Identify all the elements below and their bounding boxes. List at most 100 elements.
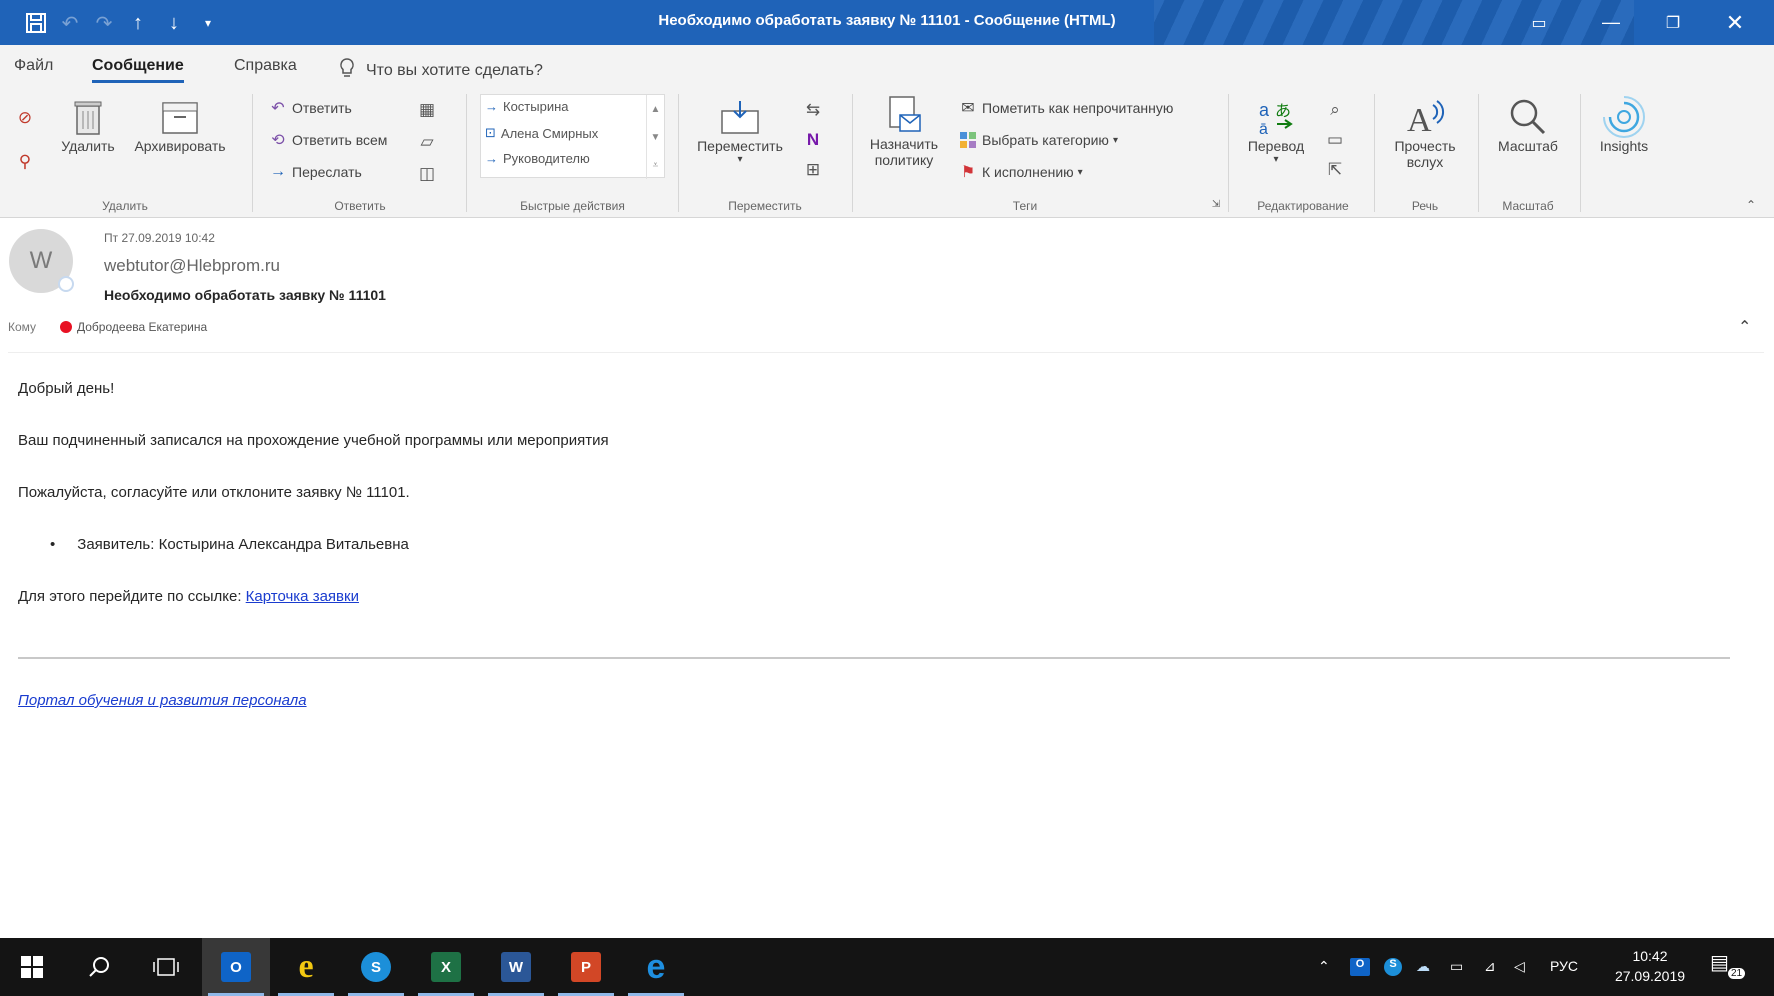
ribbon-tabs: Файл Сообщение Справка Что вы хотите сде…	[0, 45, 1774, 88]
body-line: Пожалуйста, согласуйте или отклоните зая…	[18, 484, 410, 501]
show-hidden-icons-icon[interactable]: ⌃	[1318, 958, 1330, 975]
internet-explorer-icon: e	[298, 948, 314, 985]
dialog-launcher-icon[interactable]: ⇲	[1208, 196, 1224, 212]
message-header: W Пт 27.09.2019 10:42 webtutor@Hlebprom.…	[0, 219, 1774, 354]
volume-icon[interactable]: ◁	[1514, 958, 1525, 975]
reply-all-button[interactable]: ⟲ Ответить всем	[268, 130, 387, 150]
tab-help[interactable]: Справка	[234, 57, 297, 75]
edge-icon: e	[646, 947, 666, 986]
policy-icon	[883, 94, 925, 136]
forward-icon: →	[270, 163, 286, 180]
archive-icon	[159, 96, 201, 138]
skype-taskbar-button[interactable]: S	[342, 938, 410, 996]
forward-button[interactable]: → Переслать	[268, 162, 362, 182]
presence-busy-icon	[60, 321, 72, 333]
powerpoint-taskbar-button[interactable]: P	[552, 938, 620, 996]
archive-button[interactable]: Архивировать	[124, 96, 236, 154]
body-divider	[18, 657, 1730, 659]
outlook-tray-icon[interactable]: O	[1350, 958, 1370, 976]
related-icon[interactable]: ▭	[1322, 128, 1348, 152]
minimize-icon[interactable]: —	[1580, 0, 1642, 45]
ribbon-separator	[252, 94, 253, 212]
notifications-icon: ▤	[1710, 952, 1729, 974]
start-button[interactable]	[0, 938, 64, 996]
move-button[interactable]: Переместить ▾	[690, 96, 790, 165]
ribbon-separator	[1228, 94, 1229, 212]
follow-up-button[interactable]: ⚑ К исполнению ▾	[958, 162, 1083, 182]
move-folder-icon	[719, 96, 761, 138]
word-taskbar-button[interactable]: W	[482, 938, 550, 996]
skype-tray-icon[interactable]: S	[1384, 958, 1402, 976]
junk-icon[interactable]: ⚲	[12, 150, 38, 174]
portal-link[interactable]: Портал обучения и развития персонала	[18, 692, 307, 709]
translate-button[interactable]: aあā Перевод ▾	[1238, 96, 1314, 165]
categorize-button[interactable]: Выбрать категорию ▾	[958, 130, 1118, 150]
expand-gallery-icon[interactable]: ⩡	[646, 151, 664, 179]
excel-taskbar-button[interactable]: X	[412, 938, 480, 996]
mark-unread-button[interactable]: ✉ Пометить как непрочитанную	[958, 98, 1173, 118]
tab-file[interactable]: Файл	[14, 57, 53, 75]
ie-taskbar-button[interactable]: e	[272, 938, 340, 996]
zoom-group-label: Масштаб	[1502, 199, 1554, 213]
tab-message[interactable]: Сообщение	[92, 57, 184, 83]
ribbon-separator	[1374, 94, 1375, 212]
edge-taskbar-button[interactable]: e	[622, 938, 690, 996]
windows-icon	[21, 956, 43, 978]
insights-icon	[1603, 96, 1645, 138]
ribbon: ⊘ ⚲ Удалить Архивировать Удалить ↶ Ответ…	[0, 88, 1774, 218]
sender-address[interactable]: webtutor@Hlebprom.ru	[104, 256, 280, 276]
quick-step-item[interactable]: → Руководителю	[485, 151, 590, 166]
speech-group-label: Речь	[1411, 199, 1439, 213]
recipient[interactable]: Добродеева Екатерина	[60, 320, 207, 334]
clock-time: 10:42	[1632, 948, 1668, 964]
read-aloud-button[interactable]: A Прочесть вслух	[1382, 96, 1468, 170]
find-icon[interactable]: ⌕	[1322, 98, 1348, 122]
onenote-icon[interactable]: N	[800, 128, 826, 152]
scroll-down-icon[interactable]: ▼	[646, 123, 664, 151]
clock[interactable]: 10:42 27.09.2019	[1606, 946, 1694, 986]
network-icon[interactable]: ⊿	[1484, 958, 1496, 975]
actions-icon[interactable]: ⊞	[800, 158, 826, 182]
collapse-ribbon-icon[interactable]: ⌃	[1742, 196, 1760, 214]
zoom-button[interactable]: Масштаб	[1486, 96, 1570, 154]
action-center-button[interactable]: ▤ 21	[1710, 950, 1750, 984]
meeting-reply-icon[interactable]: ▦	[414, 98, 440, 122]
delete-button[interactable]: Удалить	[58, 96, 118, 154]
outlook-taskbar-button[interactable]: O	[202, 938, 270, 996]
battery-icon[interactable]: ▭	[1450, 958, 1463, 975]
restore-icon[interactable]: ❐	[1642, 0, 1704, 45]
reply-icon: ↶	[271, 100, 285, 117]
im-reply-icon[interactable]: ▱	[414, 130, 440, 154]
clock-date: 27.09.2019	[1614, 968, 1686, 984]
rules-icon[interactable]: ⇆	[800, 98, 826, 122]
bullet-icon: •	[50, 536, 56, 553]
request-card-link[interactable]: Карточка заявки	[246, 588, 359, 605]
close-icon[interactable]: ✕	[1704, 0, 1766, 45]
task-view-button[interactable]	[132, 938, 200, 996]
quick-steps-group-label: Быстрые действия	[520, 199, 625, 213]
assign-policy-button[interactable]: Назначить политику	[862, 94, 946, 168]
reply-button[interactable]: ↶ Ответить	[268, 98, 352, 118]
tell-me-placeholder: Что вы хотите сделать?	[366, 61, 543, 79]
more-respond-icon[interactable]: ◫	[414, 162, 440, 186]
svg-text:あ: あ	[1275, 102, 1291, 120]
search-button[interactable]	[66, 938, 134, 996]
input-language[interactable]: РУС	[1550, 958, 1578, 974]
tell-me-box[interactable]: Что вы хотите сделать?	[338, 57, 543, 84]
dropdown-arrow-icon: ▾	[1077, 166, 1083, 178]
scroll-up-icon[interactable]: ▲	[646, 95, 664, 123]
quick-step-item[interactable]: → Костырина	[485, 99, 569, 114]
ribbon-display-options-icon[interactable]: ▭	[1508, 0, 1570, 45]
quick-step-item[interactable]: ⊡ Алена Смирных	[485, 125, 598, 141]
svg-text:ā: ā	[1259, 121, 1268, 136]
dropdown-arrow-icon: ▾	[1273, 154, 1279, 165]
move-group-label: Переместить	[728, 199, 802, 213]
title-bar: ↶ ↷ ↑ ↓ ▾ Необходимо обработать заявку №…	[0, 0, 1774, 45]
onedrive-icon[interactable]: ☁	[1416, 958, 1430, 975]
collapse-header-icon[interactable]: ⌃	[1738, 317, 1751, 337]
body-line: Для этого перейдите по ссылке: Карточка …	[18, 588, 359, 605]
select-icon[interactable]: ⇱	[1322, 158, 1348, 182]
to-label: Кому	[8, 320, 37, 334]
ignore-icon[interactable]: ⊘	[12, 106, 38, 130]
insights-button[interactable]: Insights	[1588, 96, 1660, 154]
